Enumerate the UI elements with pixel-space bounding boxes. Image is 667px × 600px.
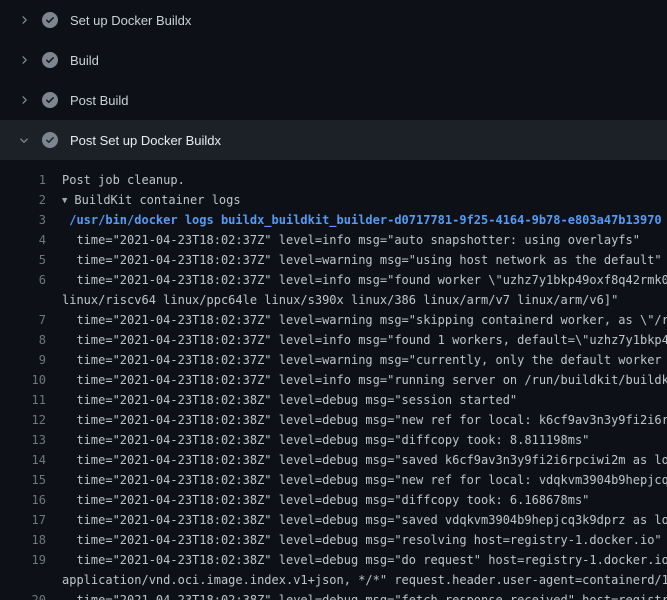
log-line: 20 time="2021-04-23T18:02:38Z" level=deb… <box>0 590 667 600</box>
log-line: 16 time="2021-04-23T18:02:38Z" level=deb… <box>0 490 667 510</box>
log-line-number[interactable]: 11 <box>0 390 46 410</box>
log-line-number[interactable]: 20 <box>0 590 46 600</box>
chevron-right-icon <box>16 52 32 68</box>
log-text: time="2021-04-23T18:02:37Z" level=warnin… <box>62 350 667 370</box>
log-text: application/vnd.oci.image.index.v1+json,… <box>62 570 667 590</box>
step-header-set-up-docker-buildx[interactable]: Set up Docker Buildx <box>0 0 667 40</box>
log-line: 12 time="2021-04-23T18:02:38Z" level=deb… <box>0 410 667 430</box>
log-line-number[interactable]: 9 <box>0 350 46 370</box>
log-text: ▼ BuildKit container logs <box>62 190 241 210</box>
log-text: time="2021-04-23T18:02:38Z" level=debug … <box>62 430 589 450</box>
log-text: time="2021-04-23T18:02:38Z" level=debug … <box>62 510 667 530</box>
log-line-continuation: linux/riscv64 linux/ppc64le linux/s390x … <box>0 290 667 310</box>
chevron-down-icon <box>16 132 32 148</box>
log-line-number[interactable]: 10 <box>0 370 46 390</box>
log-line: 13 time="2021-04-23T18:02:38Z" level=deb… <box>0 430 667 450</box>
log-line-number[interactable]: 19 <box>0 550 46 570</box>
log-line: 8 time="2021-04-23T18:02:37Z" level=info… <box>0 330 667 350</box>
log-line: 6 time="2021-04-23T18:02:37Z" level=info… <box>0 270 667 290</box>
group-title: BuildKit container logs <box>74 193 240 207</box>
log-text: time="2021-04-23T18:02:38Z" level=debug … <box>62 550 667 570</box>
log-text: time="2021-04-23T18:02:37Z" level=info m… <box>62 270 667 290</box>
log-line: 2 ▼ BuildKit container logs <box>0 190 667 210</box>
log-line: 15 time="2021-04-23T18:02:38Z" level=deb… <box>0 470 667 490</box>
group-collapse-icon[interactable]: ▼ <box>62 196 67 206</box>
log-line: 11 time="2021-04-23T18:02:38Z" level=deb… <box>0 390 667 410</box>
log-text: time="2021-04-23T18:02:37Z" level=info m… <box>62 230 640 250</box>
check-circle-icon <box>42 52 58 68</box>
check-circle-icon <box>42 132 58 148</box>
log-line-number <box>0 570 46 590</box>
log-line-number[interactable]: 1 <box>0 170 46 190</box>
log-line-number[interactable]: 6 <box>0 270 46 290</box>
log-line-number[interactable]: 8 <box>0 330 46 350</box>
log-line-number <box>0 290 46 310</box>
log-text: time="2021-04-23T18:02:38Z" level=debug … <box>62 530 662 550</box>
log-line-number[interactable]: 16 <box>0 490 46 510</box>
log-line-number[interactable]: 15 <box>0 470 46 490</box>
step-header-post-set-up-docker-buildx[interactable]: Post Set up Docker Buildx <box>0 120 667 160</box>
log-text: time="2021-04-23T18:02:38Z" level=debug … <box>62 470 667 490</box>
log-line: 10 time="2021-04-23T18:02:37Z" level=inf… <box>0 370 667 390</box>
log-line: 19 time="2021-04-23T18:02:38Z" level=deb… <box>0 550 667 570</box>
log-line: 17 time="2021-04-23T18:02:38Z" level=deb… <box>0 510 667 530</box>
log-command-text: /usr/bin/docker logs buildx_buildkit_bui… <box>62 210 662 230</box>
log-text: time="2021-04-23T18:02:38Z" level=debug … <box>62 390 517 410</box>
log-line-number[interactable]: 18 <box>0 530 46 550</box>
log-text: time="2021-04-23T18:02:37Z" level=info m… <box>62 330 667 350</box>
log-text: time="2021-04-23T18:02:38Z" level=debug … <box>62 590 667 600</box>
log-line-number[interactable]: 4 <box>0 230 46 250</box>
chevron-right-icon <box>16 92 32 108</box>
step-label: Post Set up Docker Buildx <box>70 133 221 148</box>
log-line-number[interactable]: 12 <box>0 410 46 430</box>
check-circle-icon <box>42 92 58 108</box>
actions-log-panel: Set up Docker Buildx Build Post Build Post … <box>0 0 667 600</box>
log-text: time="2021-04-23T18:02:37Z" level=warnin… <box>62 250 662 270</box>
log-line: 1 Post job cleanup. <box>0 170 667 190</box>
check-circle-icon <box>42 12 58 28</box>
log-line: 7 time="2021-04-23T18:02:37Z" level=warn… <box>0 310 667 330</box>
log-line: 14 time="2021-04-23T18:02:38Z" level=deb… <box>0 450 667 470</box>
log-text: time="2021-04-23T18:02:38Z" level=debug … <box>62 490 589 510</box>
chevron-right-icon <box>16 12 32 28</box>
log-line-number[interactable]: 17 <box>0 510 46 530</box>
log-line: 4 time="2021-04-23T18:02:37Z" level=info… <box>0 230 667 250</box>
log-line-continuation: application/vnd.oci.image.index.v1+json,… <box>0 570 667 590</box>
log-viewer[interactable]: 1 Post job cleanup. 2 ▼ BuildKit container l… <box>0 160 667 600</box>
log-line-number[interactable]: 14 <box>0 450 46 470</box>
log-line-number[interactable]: 13 <box>0 430 46 450</box>
step-label: Set up Docker Buildx <box>70 13 191 28</box>
step-label: Build <box>70 53 99 68</box>
steps-list: Set up Docker Buildx Build Post Build Post … <box>0 0 667 160</box>
log-text: time="2021-04-23T18:02:37Z" level=warnin… <box>62 310 667 330</box>
log-line-number[interactable]: 5 <box>0 250 46 270</box>
log-text: linux/riscv64 linux/ppc64le linux/s390x … <box>62 290 618 310</box>
log-line: 18 time="2021-04-23T18:02:38Z" level=deb… <box>0 530 667 550</box>
log-text: Post job cleanup. <box>62 170 185 190</box>
log-line-number[interactable]: 7 <box>0 310 46 330</box>
log-line: 9 time="2021-04-23T18:02:37Z" level=warn… <box>0 350 667 370</box>
log-text: time="2021-04-23T18:02:38Z" level=debug … <box>62 450 667 470</box>
step-label: Post Build <box>70 93 129 108</box>
log-line: 3 /usr/bin/docker logs buildx_buildkit_b… <box>0 210 667 230</box>
log-text: time="2021-04-23T18:02:38Z" level=debug … <box>62 410 667 430</box>
step-header-build[interactable]: Build <box>0 40 667 80</box>
log-line-number[interactable]: 3 <box>0 210 46 230</box>
log-text: time="2021-04-23T18:02:37Z" level=info m… <box>62 370 667 390</box>
log-line-number[interactable]: 2 <box>0 190 46 210</box>
step-header-post-build[interactable]: Post Build <box>0 80 667 120</box>
log-line: 5 time="2021-04-23T18:02:37Z" level=warn… <box>0 250 667 270</box>
